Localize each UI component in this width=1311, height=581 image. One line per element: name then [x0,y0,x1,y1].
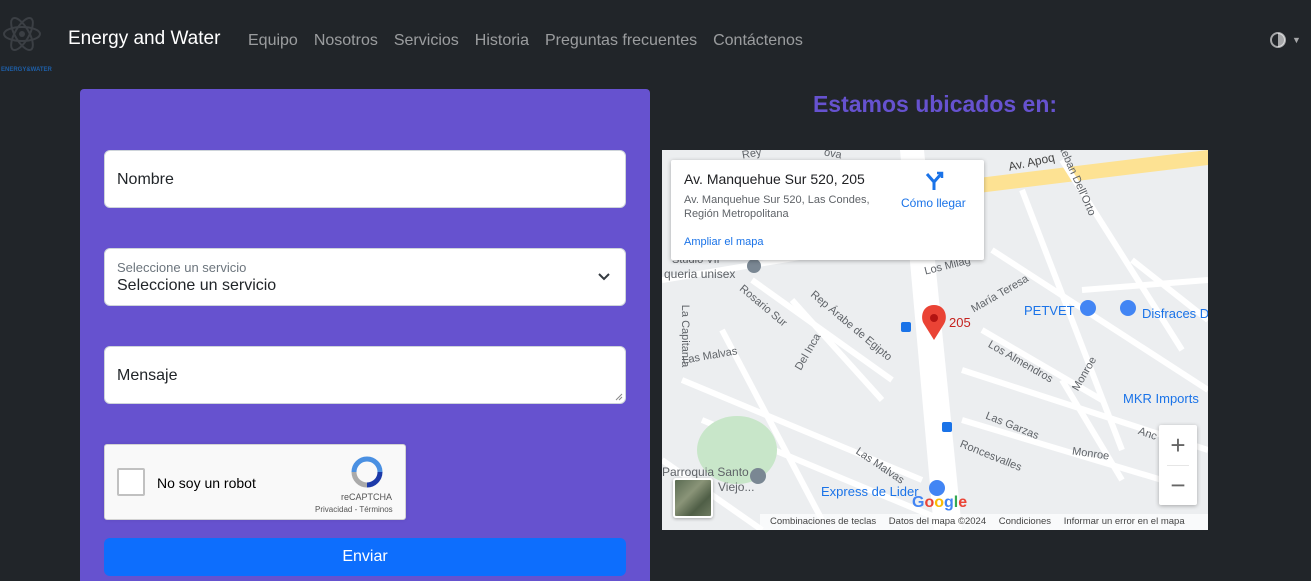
poi-express-lider[interactable]: Express de Lider [821,484,919,499]
name-placeholder: Nombre [117,171,174,188]
name-input[interactable]: Nombre [104,150,626,208]
map-label-viejo: Viejo... [718,480,755,494]
enlarge-map-link[interactable]: Ampliar el mapa [684,236,763,248]
recaptcha-links[interactable]: Privacidad - Términos [315,505,393,514]
nav-link-equipo[interactable]: Equipo [248,32,298,50]
location-title: Estamos ubicados en: [812,91,1058,117]
recaptcha-widget: No soy un robot reCAPTCHA Privacidad - T… [104,444,406,520]
atom-logo-icon[interactable]: ENERGY&WATER [0,14,52,73]
recaptcha-brand: reCAPTCHA [341,492,393,502]
map-info-address: Av. Manquehue Sur 520, Las Condes, Regió… [684,194,870,220]
nav-link-nosotros[interactable]: Nosotros [314,32,378,50]
directions-link[interactable]: Cómo llegar [901,196,966,210]
resize-handle-icon[interactable] [615,393,623,401]
map-data-text: Datos del mapa ©2024 [888,516,987,527]
map-info-card: Av. Manquehue Sur 520, 205 Av. Manquehue… [671,160,984,260]
map-attribution-bar: Combinaciones de teclas Datos del mapa ©… [760,514,1208,530]
recaptcha-checkbox[interactable] [117,468,145,496]
map-zoom-control: + − [1159,425,1197,505]
keyboard-shortcuts-link[interactable]: Combinaciones de teclas [770,516,876,527]
map-label-peluqueria: queria unisex [664,267,736,281]
poi-disfraces[interactable]: Disfraces D [1142,306,1208,321]
nav-link-contacto[interactable]: Contáctenos [713,32,803,50]
map-info-title: Av. Manquehue Sur 520, 205 [684,171,865,187]
service-select[interactable]: Seleccione un servicio Seleccione un ser… [104,248,626,306]
report-error-link[interactable]: Informar un error en el mapa [1064,516,1185,527]
satellite-toggle-button[interactable] [673,478,713,518]
theme-toggle-button[interactable]: ▼ [1270,32,1301,48]
logo-text: ENERGY&WATER [1,67,52,73]
poi-mkr-imports[interactable]: MKR Imports [1123,391,1199,406]
directions-icon[interactable] [923,170,945,192]
nav-link-historia[interactable]: Historia [475,32,529,50]
submit-button[interactable]: Enviar [104,538,626,576]
map-label-parroquia: Parroquia Santo [662,465,749,479]
zoom-out-button[interactable]: − [1159,465,1197,505]
google-map[interactable]: Studio VIP queria unisex Los Milag María… [662,150,1208,530]
service-select-value: Seleccione un servicio [117,277,277,294]
nav-link-faq[interactable]: Preguntas frecuentes [545,32,697,50]
service-select-label: Seleccione un servicio [117,260,247,275]
message-textarea[interactable]: Mensaje [104,346,626,404]
terms-link[interactable]: Condiciones [999,516,1051,527]
recaptcha-label: No soy un robot [157,475,256,491]
nav-link-servicios[interactable]: Servicios [394,32,459,50]
chevron-down-icon [598,273,610,281]
contact-form-card: Nombre Seleccione un servicio Seleccione… [80,89,650,581]
message-placeholder: Mensaje [117,367,178,384]
navbar: ENERGY&WATER Energy and Water Equipo Nos… [0,0,1311,80]
recaptcha-logo-icon [351,456,383,488]
half-circle-icon [1270,32,1286,48]
nav-links: Equipo Nosotros Servicios Historia Pregu… [248,32,819,50]
brand-title[interactable]: Energy and Water [68,28,220,50]
google-logo: Google [912,494,968,511]
caret-down-icon: ▼ [1292,35,1301,45]
poi-petvet[interactable]: PETVET [1024,303,1075,318]
map-pin-label[interactable]: 205 [949,315,971,330]
zoom-in-button[interactable]: + [1159,425,1197,465]
